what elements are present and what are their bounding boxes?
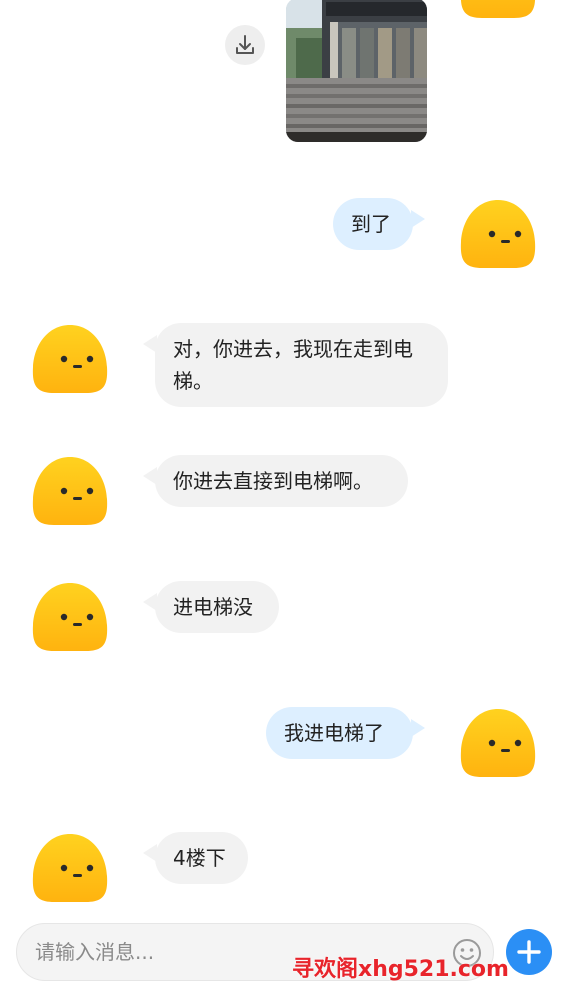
message-bubble[interactable]: 我进电梯了 [266, 707, 425, 759]
avatar[interactable] [458, 707, 538, 779]
input-placeholder: 请输入消息... [35, 940, 155, 964]
download-icon [236, 35, 254, 54]
avatar[interactable] [30, 323, 110, 395]
avatar[interactable] [30, 581, 110, 653]
watermark: 寻欢阁xhg521.com [292, 957, 509, 982]
message-bubble[interactable]: 对，你进去，我现在走到电 梯。 [143, 323, 448, 407]
message-bubble[interactable]: 进电梯没 [143, 581, 279, 633]
avatar[interactable] [458, 0, 538, 20]
message-bubble[interactable]: 到了 [333, 198, 425, 250]
message-text: 4楼下 [173, 846, 226, 870]
message-text: 进电梯没 [173, 595, 253, 619]
message-text-line: 对，你进去，我现在走到电 [173, 337, 413, 361]
message-text-line: 梯。 [173, 369, 213, 393]
message-bubble[interactable]: 4楼下 [143, 832, 248, 884]
image-message[interactable] [286, 0, 427, 142]
message-text: 你进去直接到电梯啊。 [173, 469, 373, 493]
avatar[interactable] [458, 198, 538, 270]
message-text: 我进电梯了 [284, 721, 384, 745]
plus-icon [517, 940, 541, 964]
download-button[interactable] [225, 25, 265, 65]
message-text: 到了 [351, 212, 391, 236]
add-button[interactable] [506, 929, 552, 975]
avatar[interactable] [30, 455, 110, 527]
avatar[interactable] [30, 832, 110, 904]
message-bubble[interactable]: 你进去直接到电梯啊。 [143, 455, 408, 507]
